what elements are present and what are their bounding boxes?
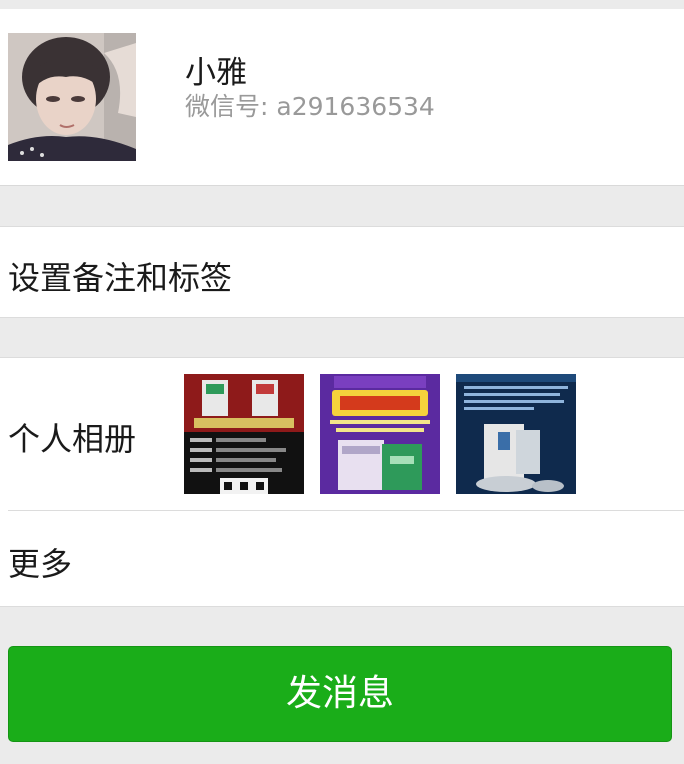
avatar[interactable] (8, 33, 136, 161)
more-row[interactable]: 更多 (0, 511, 684, 606)
album-thumbnail-3[interactable] (456, 374, 576, 494)
avatar-photo (8, 33, 136, 161)
info-card: 个人相册 更多 (0, 357, 684, 607)
wechat-id: 微信号: a291636534 (185, 92, 435, 121)
album-thumbnail-2[interactable] (320, 374, 440, 494)
set-remark-tags-label: 设置备注和标签 (8, 259, 233, 297)
album-photo-2 (320, 374, 440, 494)
set-remark-tags-row[interactable]: 设置备注和标签 (0, 226, 684, 318)
personal-album-label: 个人相册 (8, 420, 137, 458)
contact-name: 小雅 (185, 55, 247, 91)
profile-card: 小雅 微信号: a291636534 (0, 9, 684, 186)
send-message-button[interactable]: 发消息 (8, 646, 672, 742)
more-label: 更多 (8, 545, 73, 583)
album-thumbnail-1[interactable] (184, 374, 304, 494)
album-photo-1 (184, 374, 304, 494)
personal-album-row[interactable]: 个人相册 (0, 358, 684, 510)
album-photo-3 (456, 374, 576, 494)
